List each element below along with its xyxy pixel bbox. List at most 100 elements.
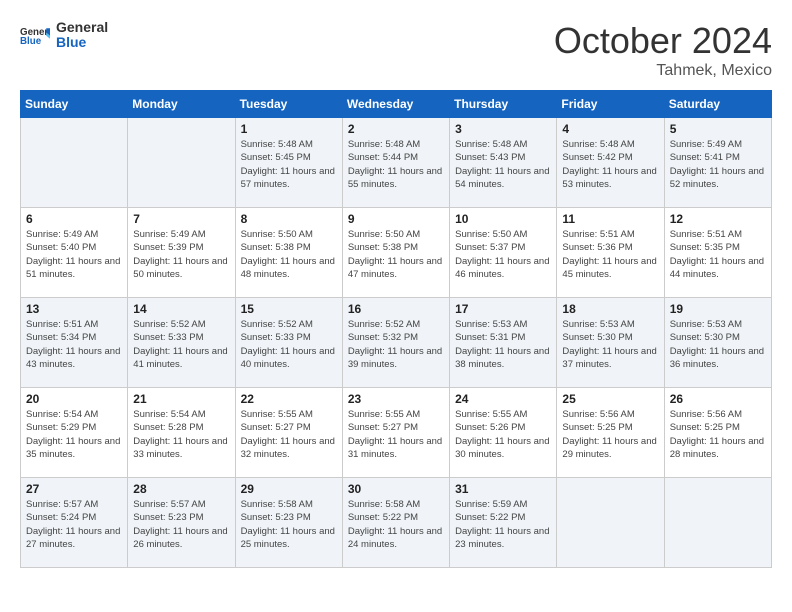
- day-number: 19: [670, 302, 766, 316]
- column-header-thursday: Thursday: [450, 91, 557, 118]
- sunset-text: Sunset: 5:22 PM: [455, 511, 551, 524]
- column-header-sunday: Sunday: [21, 91, 128, 118]
- sunset-text: Sunset: 5:22 PM: [348, 511, 444, 524]
- logo-general-text: General: [56, 20, 108, 35]
- calendar-cell: 30Sunrise: 5:58 AMSunset: 5:22 PMDayligh…: [342, 478, 449, 568]
- calendar-cell: 16Sunrise: 5:52 AMSunset: 5:32 PMDayligh…: [342, 298, 449, 388]
- calendar-cell: 8Sunrise: 5:50 AMSunset: 5:38 PMDaylight…: [235, 208, 342, 298]
- sunrise-text: Sunrise: 5:55 AM: [348, 408, 444, 421]
- logo: General Blue General Blue: [20, 20, 108, 51]
- sunrise-text: Sunrise: 5:52 AM: [133, 318, 229, 331]
- day-number: 13: [26, 302, 122, 316]
- day-info: Sunrise: 5:50 AMSunset: 5:38 PMDaylight:…: [348, 228, 444, 281]
- page-header: General Blue General Blue October 2024 T…: [20, 20, 772, 80]
- day-info: Sunrise: 5:50 AMSunset: 5:38 PMDaylight:…: [241, 228, 337, 281]
- column-header-wednesday: Wednesday: [342, 91, 449, 118]
- day-number: 20: [26, 392, 122, 406]
- calendar-cell: 19 Sunrise: 5:53 AMSunset: 5:30 PMDayligh…: [664, 298, 771, 388]
- day-info: Sunrise: 5:53 AMSunset: 5:30 PMDaylight:…: [670, 318, 766, 371]
- column-header-monday: Monday: [128, 91, 235, 118]
- sunrise-text: Sunrise: 5:49 AM: [670, 138, 766, 151]
- sunset-text: Sunset: 5:38 PM: [241, 241, 337, 254]
- day-info: Sunrise: 5:49 AMSunset: 5:41 PMDaylight:…: [670, 138, 766, 191]
- calendar-cell: [557, 478, 664, 568]
- day-info: Sunrise: 5:52 AMSunset: 5:33 PMDaylight:…: [133, 318, 229, 371]
- sunrise-text: Sunrise: 5:55 AM: [241, 408, 337, 421]
- day-info: Sunrise: 5:56 AMSunset: 5:25 PMDaylight:…: [670, 408, 766, 461]
- sunrise-text: Sunrise: 5:50 AM: [241, 228, 337, 241]
- daylight-text: Daylight: 11 hours and 39 minutes.: [348, 345, 444, 372]
- daylight-text: Daylight: 11 hours and 44 minutes.: [670, 255, 766, 282]
- day-info: Sunrise: 5:49 AMSunset: 5:40 PMDaylight:…: [26, 228, 122, 281]
- logo-blue-text: Blue: [56, 35, 108, 50]
- day-info: Sunrise: 5:50 AMSunset: 5:37 PMDaylight:…: [455, 228, 551, 281]
- day-number: 14: [133, 302, 229, 316]
- day-info: Sunrise: 5:53 AMSunset: 5:31 PMDaylight:…: [455, 318, 551, 371]
- sunset-text: Sunset: 5:26 PM: [455, 421, 551, 434]
- sunset-text: Sunset: 5:40 PM: [26, 241, 122, 254]
- day-info: Sunrise: 5:52 AMSunset: 5:33 PMDaylight:…: [241, 318, 337, 371]
- daylight-text: Daylight: 11 hours and 55 minutes.: [348, 165, 444, 192]
- sunset-text: Sunset: 5:29 PM: [26, 421, 122, 434]
- sunset-text: Sunset: 5:35 PM: [670, 241, 766, 254]
- day-number: 23: [348, 392, 444, 406]
- day-number: 2: [348, 122, 444, 136]
- daylight-text: Daylight: 11 hours and 40 minutes.: [241, 345, 337, 372]
- day-number: 30: [348, 482, 444, 496]
- sunset-text: Sunset: 5:25 PM: [670, 421, 766, 434]
- sunset-text: Sunset: 5:31 PM: [455, 331, 551, 344]
- day-number: 18: [562, 302, 658, 316]
- calendar-week-row: 27Sunrise: 5:57 AMSunset: 5:24 PMDayligh…: [21, 478, 772, 568]
- day-info: Sunrise: 5:48 AMSunset: 5:44 PMDaylight:…: [348, 138, 444, 191]
- day-info: Sunrise: 5:54 AMSunset: 5:28 PMDaylight:…: [133, 408, 229, 461]
- daylight-text: Daylight: 11 hours and 52 minutes.: [670, 165, 766, 192]
- calendar-cell: 23Sunrise: 5:55 AMSunset: 5:27 PMDayligh…: [342, 388, 449, 478]
- daylight-text: Daylight: 11 hours and 50 minutes.: [133, 255, 229, 282]
- daylight-text: Daylight: 11 hours and 30 minutes.: [455, 435, 551, 462]
- calendar-cell: 13Sunrise: 5:51 AMSunset: 5:34 PMDayligh…: [21, 298, 128, 388]
- svg-text:Blue: Blue: [20, 36, 42, 45]
- calendar-cell: 18Sunrise: 5:53 AMSunset: 5:30 PMDayligh…: [557, 298, 664, 388]
- day-info: Sunrise: 5:52 AMSunset: 5:32 PMDaylight:…: [348, 318, 444, 371]
- logo-icon: General Blue: [20, 25, 50, 45]
- sunset-text: Sunset: 5:33 PM: [133, 331, 229, 344]
- day-info: Sunrise: 5:48 AMSunset: 5:42 PMDaylight:…: [562, 138, 658, 191]
- sunset-text: Sunset: 5:23 PM: [241, 511, 337, 524]
- sunset-text: Sunset: 5:25 PM: [562, 421, 658, 434]
- calendar-cell: 17 Sunrise: 5:53 AMSunset: 5:31 PMDayligh…: [450, 298, 557, 388]
- calendar-cell: 24 Sunrise: 5:55 AMSunset: 5:26 PMDayligh…: [450, 388, 557, 478]
- day-number: 17: [455, 302, 551, 316]
- day-number: 11: [562, 212, 658, 226]
- day-info: Sunrise: 5:51 AMSunset: 5:35 PMDaylight:…: [670, 228, 766, 281]
- calendar-week-row: 6Sunrise: 5:49 AMSunset: 5:40 PMDaylight…: [21, 208, 772, 298]
- sunrise-text: Sunrise: 5:59 AM: [455, 498, 551, 511]
- sunrise-text: Sunrise: 5:49 AM: [133, 228, 229, 241]
- sunset-text: Sunset: 5:39 PM: [133, 241, 229, 254]
- calendar-cell: 10Sunrise: 5:50 AMSunset: 5:37 PMDayligh…: [450, 208, 557, 298]
- day-info: Sunrise: 5:51 AMSunset: 5:36 PMDaylight:…: [562, 228, 658, 281]
- daylight-text: Daylight: 11 hours and 29 minutes.: [562, 435, 658, 462]
- daylight-text: Daylight: 11 hours and 31 minutes.: [348, 435, 444, 462]
- day-info: Sunrise: 5:57 AMSunset: 5:23 PMDaylight:…: [133, 498, 229, 551]
- sunrise-text: Sunrise: 5:51 AM: [26, 318, 122, 331]
- calendar-cell: 27Sunrise: 5:57 AMSunset: 5:24 PMDayligh…: [21, 478, 128, 568]
- daylight-text: Daylight: 11 hours and 53 minutes.: [562, 165, 658, 192]
- calendar-cell: 6Sunrise: 5:49 AMSunset: 5:40 PMDaylight…: [21, 208, 128, 298]
- sunset-text: Sunset: 5:27 PM: [241, 421, 337, 434]
- day-number: 29: [241, 482, 337, 496]
- sunset-text: Sunset: 5:23 PM: [133, 511, 229, 524]
- sunset-text: Sunset: 5:24 PM: [26, 511, 122, 524]
- sunrise-text: Sunrise: 5:48 AM: [241, 138, 337, 151]
- day-number: 24: [455, 392, 551, 406]
- sunrise-text: Sunrise: 5:53 AM: [670, 318, 766, 331]
- sunrise-text: Sunrise: 5:50 AM: [348, 228, 444, 241]
- day-info: Sunrise: 5:59 AMSunset: 5:22 PMDaylight:…: [455, 498, 551, 551]
- calendar-cell: 12Sunrise: 5:51 AMSunset: 5:35 PMDayligh…: [664, 208, 771, 298]
- calendar-week-row: 20Sunrise: 5:54 AMSunset: 5:29 PMDayligh…: [21, 388, 772, 478]
- day-number: 28: [133, 482, 229, 496]
- day-number: 25: [562, 392, 658, 406]
- sunrise-text: Sunrise: 5:48 AM: [348, 138, 444, 151]
- day-info: Sunrise: 5:48 AMSunset: 5:43 PMDaylight:…: [455, 138, 551, 191]
- calendar-cell: [21, 118, 128, 208]
- sunrise-text: Sunrise: 5:55 AM: [455, 408, 551, 421]
